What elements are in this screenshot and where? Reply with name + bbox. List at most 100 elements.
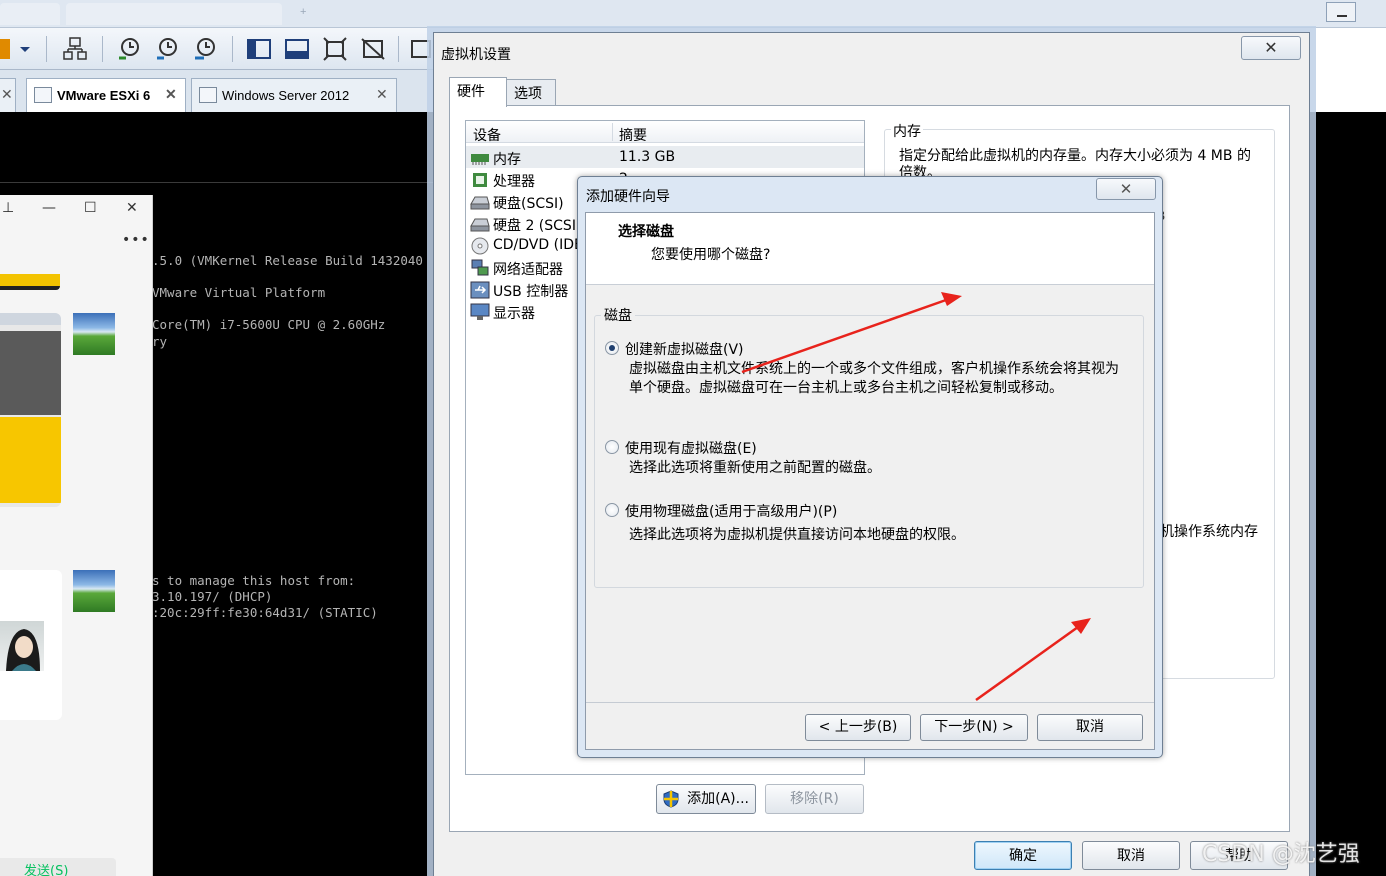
vm-tab-bar: ✕ VMware ESXi 6 ✕ Windows Server 2012 ✕ bbox=[0, 70, 440, 112]
console-line: .5.0 (VMKernel Release Build 1432040 bbox=[152, 253, 423, 268]
browser-tab[interactable] bbox=[0, 3, 60, 25]
hard-disk-icon bbox=[470, 216, 490, 232]
close-icon[interactable]: ✕ bbox=[1, 86, 13, 103]
console-view-icon[interactable] bbox=[410, 36, 432, 62]
device-row-cd-dvd[interactable]: CD/DVD (IDE) bbox=[493, 237, 588, 253]
wizard-subheading: 您要使用哪个磁盘? bbox=[651, 247, 771, 263]
network-adapter-icon bbox=[470, 259, 490, 276]
add-button-label: 添加(A)... bbox=[687, 791, 749, 807]
wizard-heading: 选择磁盘 bbox=[618, 224, 674, 240]
tab-options[interactable]: 选项 bbox=[506, 79, 556, 105]
console-divider bbox=[0, 182, 440, 183]
device-row-usb-controller[interactable]: USB 控制器 bbox=[493, 281, 568, 301]
cancel-button[interactable]: 取消 bbox=[1082, 841, 1180, 870]
wizard-title: 添加硬件向导 bbox=[586, 189, 670, 205]
option-description: 虚拟磁盘由主机文件系统上的一个或多个文件组成，客户机操作系统会将其视为单个硬盘。… bbox=[629, 361, 1119, 396]
option-description: 选择此选项将为虚拟机提供直接访问本地硬盘的权限。 bbox=[629, 527, 965, 543]
pin-icon[interactable]: ⊥ bbox=[2, 200, 14, 216]
browser-tab-strip: + bbox=[0, 0, 1386, 28]
column-header-summary[interactable]: 摘要 bbox=[619, 125, 647, 145]
option-label[interactable]: 创建新虚拟磁盘(V) bbox=[625, 339, 744, 359]
vm-tab-windows-server[interactable]: Windows Server 2012 ✕ bbox=[191, 78, 397, 112]
wizard-cancel-button[interactable]: 取消 bbox=[1037, 714, 1143, 741]
wizard-divider bbox=[586, 702, 1154, 703]
hard-disk-icon bbox=[470, 194, 490, 210]
close-icon[interactable]: ✕ bbox=[165, 86, 177, 103]
column-header-device[interactable]: 设备 bbox=[473, 125, 501, 145]
maximize-icon[interactable]: ☐ bbox=[84, 200, 97, 216]
cd-dvd-icon bbox=[470, 237, 490, 255]
monitor-icon bbox=[470, 303, 490, 320]
vm-tab[interactable]: ✕ bbox=[0, 78, 16, 112]
unity-icon[interactable] bbox=[360, 36, 386, 62]
cpu-icon bbox=[470, 172, 490, 188]
memory-group-title: 内存 bbox=[891, 121, 923, 141]
device-row-network-adapter[interactable]: 网络适配器 bbox=[493, 259, 563, 279]
chat-window bbox=[0, 195, 153, 876]
uac-shield-icon bbox=[663, 790, 679, 808]
vm-tab-label: VMware ESXi 6 bbox=[57, 88, 151, 103]
close-icon[interactable]: ✕ bbox=[376, 86, 388, 103]
memory-recommendation-text: 机操作系统内存 bbox=[1160, 524, 1258, 540]
disk-group-label: 磁盘 bbox=[601, 305, 635, 325]
usb-icon bbox=[470, 281, 490, 299]
device-row-processor[interactable]: 处理器 bbox=[493, 171, 535, 191]
vm-icon bbox=[199, 87, 217, 103]
device-list-header bbox=[466, 121, 864, 143]
sidebar-view-icon[interactable] bbox=[246, 36, 272, 62]
minimize-button[interactable] bbox=[1326, 2, 1356, 22]
console-line: :20c:29ff:fe30:64d31/ (STATIC) bbox=[152, 605, 378, 620]
console-line: VMware Virtual Platform bbox=[152, 285, 326, 300]
option-description: 选择此选项将重新使用之前配置的磁盘。 bbox=[629, 460, 881, 476]
ok-button[interactable]: 确定 bbox=[974, 841, 1072, 870]
vm-icon bbox=[34, 87, 52, 103]
remove-hardware-button[interactable]: 移除(R) bbox=[765, 784, 864, 814]
next-button[interactable]: 下一步(N) > bbox=[920, 714, 1028, 741]
thumbnail-view-icon[interactable] bbox=[284, 36, 310, 62]
memory-icon bbox=[470, 150, 490, 166]
more-options-icon[interactable]: ••• bbox=[122, 232, 150, 248]
console-line: ry bbox=[152, 334, 168, 349]
avatar[interactable] bbox=[73, 570, 115, 612]
vm-tab-esxi[interactable]: VMware ESXi 6 ✕ bbox=[26, 78, 186, 112]
close-button[interactable]: ✕ bbox=[1241, 36, 1301, 60]
close-button[interactable]: ✕ bbox=[1096, 178, 1156, 200]
option-label[interactable]: 使用物理磁盘(适用于高级用户)(P) bbox=[625, 501, 837, 521]
watermark: CSDN @沈艺强 bbox=[1202, 842, 1360, 867]
fullscreen-icon[interactable] bbox=[322, 36, 348, 62]
radio-use-physical-disk[interactable] bbox=[605, 503, 619, 517]
radio-create-new-disk[interactable] bbox=[605, 341, 619, 355]
console-right-area bbox=[1306, 112, 1386, 876]
console-line: 3.10.197/ (DHCP) bbox=[152, 589, 273, 604]
radio-use-existing-disk[interactable] bbox=[605, 440, 619, 454]
close-icon[interactable]: ✕ bbox=[126, 200, 138, 216]
network-icon[interactable] bbox=[62, 36, 88, 62]
power-icon[interactable] bbox=[0, 39, 10, 59]
shared-image[interactable] bbox=[0, 313, 61, 507]
vmware-toolbar bbox=[0, 28, 440, 70]
dialog-title: 虚拟机设置 bbox=[441, 47, 511, 63]
vm-tab-label: Windows Server 2012 bbox=[222, 88, 350, 103]
avatar[interactable] bbox=[0, 621, 44, 671]
new-tab-icon[interactable]: + bbox=[300, 6, 306, 18]
snapshot-manager-icon[interactable] bbox=[192, 36, 218, 62]
browser-tab[interactable] bbox=[66, 3, 282, 25]
device-row-hard-disk-2[interactable]: 硬盘 2 (SCSI) bbox=[493, 215, 581, 235]
console-line: Core(TM) i7-5600U CPU @ 2.60GHz bbox=[152, 317, 386, 332]
option-label[interactable]: 使用现有虚拟磁盘(E) bbox=[625, 438, 757, 458]
send-button[interactable]: 发送(S) bbox=[0, 858, 116, 876]
console-line: s to manage this host from: bbox=[152, 573, 356, 588]
dropdown-arrow-icon[interactable] bbox=[18, 36, 32, 62]
device-summary: 11.3 GB bbox=[619, 149, 676, 165]
device-row-display[interactable]: 显示器 bbox=[493, 303, 535, 323]
minimize-icon[interactable]: — bbox=[42, 200, 56, 216]
back-button[interactable]: < 上一步(B) bbox=[805, 714, 911, 741]
header-divider bbox=[612, 123, 613, 141]
tab-hardware[interactable]: 硬件 bbox=[449, 77, 507, 107]
device-row-memory[interactable]: 内存 bbox=[493, 149, 521, 169]
shared-image[interactable] bbox=[0, 274, 60, 290]
device-row-hard-disk[interactable]: 硬盘(SCSI) bbox=[493, 193, 564, 213]
avatar[interactable] bbox=[73, 313, 115, 355]
revert-snapshot-icon[interactable] bbox=[154, 36, 180, 62]
snapshot-icon[interactable] bbox=[116, 36, 142, 62]
